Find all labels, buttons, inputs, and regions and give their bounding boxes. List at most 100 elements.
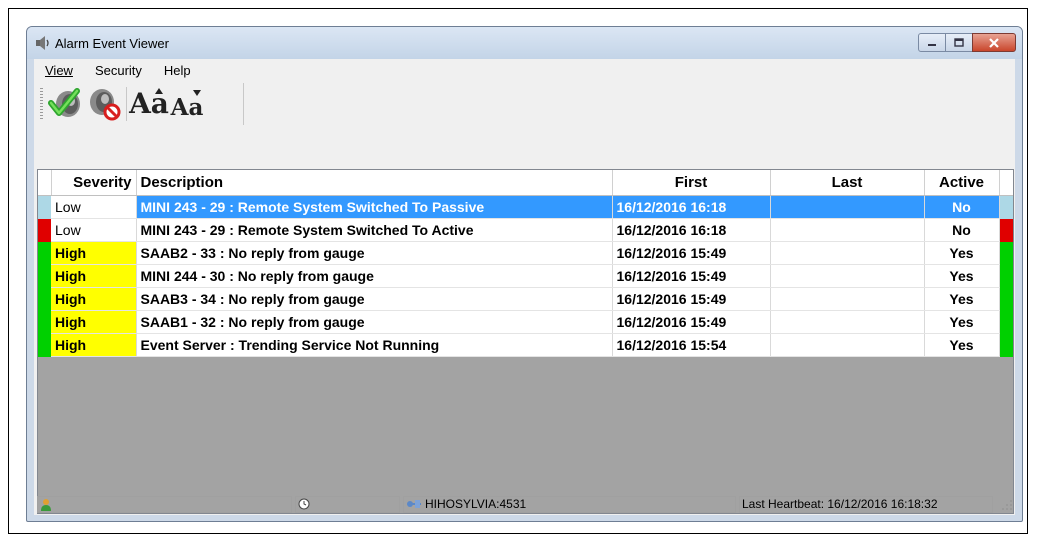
status-server-panel: HIHOSYLVIA:4531: [403, 495, 736, 513]
menu-security-label: Security: [94, 62, 142, 78]
menu-help-label: Help: [163, 62, 191, 78]
menu-view[interactable]: View: [34, 63, 84, 78]
row-indicator: [38, 310, 51, 334]
client-area: View Security Help Aa Aa Severity Descri…: [34, 59, 1015, 515]
toolbar-grip[interactable]: [40, 88, 43, 120]
increase-font-icon: Aa: [129, 87, 169, 120]
alarm-row[interactable]: Low MINI 243 - 29 : Remote System Switche…: [38, 195, 1013, 219]
active-cell: Yes: [924, 310, 1000, 334]
severity-cell: High: [51, 264, 137, 288]
menu-help[interactable]: Help: [153, 63, 202, 78]
decrease-font-button[interactable]: Aa: [168, 84, 206, 124]
first-cell: 16/12/2016 15:49: [612, 287, 771, 311]
menu-security[interactable]: Security: [84, 63, 153, 78]
active-indicator: [999, 218, 1013, 242]
severity-cell: Low: [51, 218, 137, 242]
active-cell: Yes: [924, 287, 1000, 311]
active-cell: Yes: [924, 333, 1000, 357]
first-cell: 16/12/2016 15:49: [612, 241, 771, 265]
column-header-active[interactable]: Active: [924, 170, 1000, 196]
decrease-font-icon: Aa: [170, 93, 204, 121]
user-icon: [41, 498, 51, 511]
column-header-spacer: [999, 170, 1013, 196]
status-heartbeat-panel: Last Heartbeat: 16/12/2016 16:18:32: [739, 495, 993, 513]
first-cell: 16/12/2016 15:49: [612, 264, 771, 288]
row-indicator: [38, 264, 51, 288]
increase-font-button[interactable]: Aa: [129, 84, 169, 124]
silence-alarm-icon: [90, 89, 121, 121]
row-header-corner: [38, 170, 52, 196]
status-bar: HIHOSYLVIA:4531 Last Heartbeat: 16/12/20…: [34, 493, 1015, 515]
toolbar-separator: [126, 87, 127, 121]
close-button[interactable]: [972, 33, 1016, 52]
description-cell: SAAB1 - 32 : No reply from gauge: [136, 310, 613, 334]
active-indicator: [999, 241, 1013, 265]
grid-header-row: Severity Description First Last Active: [38, 170, 1013, 196]
row-indicator: [38, 287, 51, 311]
last-heartbeat: Last Heartbeat: 16/12/2016 16:18:32: [742, 497, 938, 511]
alarm-event-viewer-window: Alarm Event Viewer View Security Help Aa…: [26, 26, 1023, 522]
first-cell: 16/12/2016 15:54: [612, 333, 771, 357]
last-cell: [770, 195, 925, 219]
severity-cell: High: [51, 241, 137, 265]
active-cell: Yes: [924, 241, 1000, 265]
close-icon: [989, 37, 999, 48]
restore-button[interactable]: [945, 33, 973, 52]
alarm-row[interactable]: High MINI 244 - 30 : No reply from gauge 1…: [38, 264, 1013, 288]
acknowledge-alarm-icon: [48, 88, 80, 117]
description-cell: SAAB3 - 34 : No reply from gauge: [136, 287, 613, 311]
active-indicator: [999, 264, 1013, 288]
last-cell: [770, 287, 925, 311]
row-indicator: [38, 218, 51, 242]
active-indicator: [999, 333, 1013, 357]
status-clock-panel: [295, 495, 400, 513]
column-header-first[interactable]: First: [612, 170, 771, 196]
description-cell: MINI 244 - 30 : No reply from gauge: [136, 264, 613, 288]
alarm-row[interactable]: High SAAB2 - 33 : No reply from gauge 16/1…: [38, 241, 1013, 265]
severity-cell: High: [51, 333, 137, 357]
resize-grip-icon[interactable]: [999, 497, 1013, 511]
column-header-description[interactable]: Description: [136, 170, 613, 196]
description-cell: MINI 243 - 29 : Remote System Switched T…: [136, 218, 613, 242]
window-controls: [918, 33, 1016, 53]
minimize-button[interactable]: [918, 33, 946, 52]
caret-up-icon: [155, 88, 163, 94]
server-address: HIHOSYLVIA:4531: [425, 497, 527, 511]
alarm-row[interactable]: Low MINI 243 - 29 : Remote System Switche…: [38, 218, 1013, 242]
alarm-row[interactable]: High SAAB3 - 34 : No reply from gauge 16/1…: [38, 287, 1013, 311]
server-connection-icon: [407, 500, 421, 508]
row-indicator: [38, 333, 51, 357]
description-cell: MINI 243 - 29 : Remote System Switched T…: [136, 195, 613, 219]
last-cell: [770, 264, 925, 288]
severity-cell: High: [51, 310, 137, 334]
first-cell: 16/12/2016 15:49: [612, 310, 771, 334]
alarm-table: Severity Description First Last Active L…: [38, 170, 1013, 357]
row-indicator: [38, 195, 51, 219]
window-title: Alarm Event Viewer: [55, 36, 169, 51]
minimize-icon: [928, 43, 936, 46]
title-bar[interactable]: Alarm Event Viewer: [27, 27, 1022, 59]
active-indicator: [999, 195, 1013, 219]
description-cell: Event Server : Trending Service Not Runn…: [136, 333, 613, 357]
description-cell: SAAB2 - 33 : No reply from gauge: [136, 241, 613, 265]
active-indicator: [999, 310, 1013, 334]
active-indicator: [999, 287, 1013, 311]
last-cell: [770, 333, 925, 357]
silence-button[interactable]: [85, 84, 123, 124]
row-indicator: [38, 241, 51, 265]
grid-body: Low MINI 243 - 29 : Remote System Switche…: [38, 195, 1013, 357]
severity-cell: High: [51, 287, 137, 311]
acknowledge-button[interactable]: [47, 84, 85, 124]
alarm-grid[interactable]: Severity Description First Last Active L…: [37, 169, 1014, 514]
active-cell: Yes: [924, 264, 1000, 288]
last-cell: [770, 218, 925, 242]
restore-icon: [954, 38, 964, 47]
first-cell: 16/12/2016 16:18: [612, 218, 771, 242]
last-cell: [770, 310, 925, 334]
column-header-severity[interactable]: Severity: [51, 170, 137, 196]
active-cell: No: [924, 195, 1000, 219]
first-cell: 16/12/2016 16:18: [612, 195, 771, 219]
alarm-row[interactable]: High SAAB1 - 32 : No reply from gauge 16/1…: [38, 310, 1013, 334]
column-header-last[interactable]: Last: [770, 170, 925, 196]
alarm-row[interactable]: High Event Server : Trending Service Not …: [38, 333, 1013, 357]
